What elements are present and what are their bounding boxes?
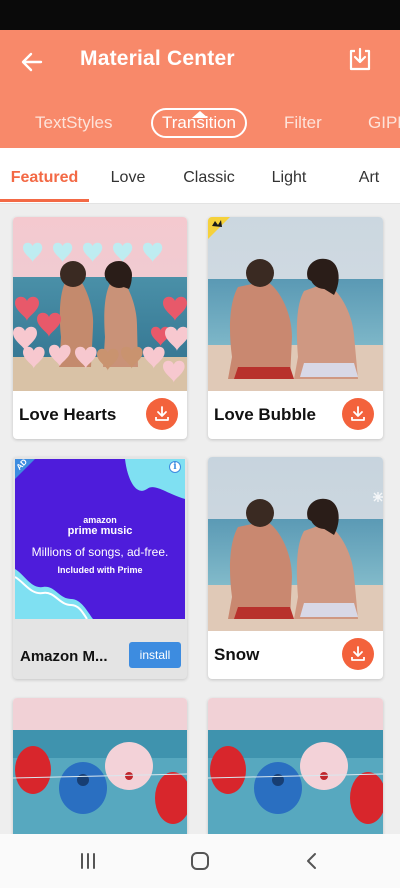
subtab-classic[interactable]: Classic [173, 148, 245, 204]
page-title: Material Center [80, 47, 235, 70]
ad-card[interactable]: amazon prime music Millions of songs, ad… [13, 457, 187, 679]
card-title: Snow [214, 645, 260, 664]
downloads-button[interactable] [344, 44, 376, 76]
download-icon [351, 646, 365, 661]
divider [0, 203, 400, 204]
subtab-love[interactable]: Love [96, 148, 160, 204]
download-button[interactable] [342, 638, 374, 670]
ad-copy: amazon prime music Millions of songs, ad… [15, 515, 185, 576]
thumbnail-love-hearts [13, 217, 187, 391]
subcategory-tabs: Featured Love Classic Light Art [0, 148, 400, 204]
ad-banner[interactable]: amazon prime music Millions of songs, ad… [15, 459, 185, 619]
subtab-featured[interactable]: Featured [0, 148, 89, 204]
chevron-left-icon [307, 853, 316, 869]
recent-apps-button[interactable] [68, 844, 108, 878]
ad-brand-line2: prime music [67, 525, 133, 537]
arrow-left-icon [21, 52, 43, 72]
material-card-balloons-1[interactable] [13, 698, 187, 848]
home-icon [191, 852, 209, 870]
tab-textstyles[interactable]: TextStyles [35, 108, 112, 138]
app-header: Material Center TextStyles Transition Fi… [0, 30, 400, 148]
home-button[interactable] [180, 844, 220, 878]
tab-giphy[interactable]: GIPH [368, 108, 400, 138]
thumbnail-snow [208, 457, 383, 631]
material-card-love-hearts[interactable]: Love Hearts [13, 217, 187, 439]
install-button[interactable]: install [129, 642, 181, 668]
thumbnail-balloons-2 [208, 698, 383, 848]
card-title: Love Bubble [214, 405, 317, 424]
download-icon [155, 406, 169, 421]
material-card-love-bubble[interactable]: Love Bubble [208, 217, 383, 439]
info-icon[interactable]: i [169, 461, 181, 473]
thumbnail-balloons-1 [13, 698, 187, 848]
subtab-art[interactable]: Art [346, 148, 392, 204]
material-card-balloons-2[interactable] [208, 698, 383, 848]
tab-filter[interactable]: Filter [284, 108, 322, 138]
ad-subline: Included with Prime [57, 565, 143, 575]
download-button[interactable] [146, 398, 178, 430]
download-button[interactable] [342, 398, 374, 430]
ad-title: Amazon M... [20, 648, 108, 665]
status-bar [0, 0, 400, 30]
card-title: Love Hearts [19, 405, 117, 424]
active-subtab-indicator [0, 199, 89, 202]
thumbnail-love-bubble [208, 217, 383, 391]
recent-apps-icon [81, 853, 95, 869]
ad-brand-line1: amazon [83, 515, 117, 525]
ad-headline: Millions of songs, ad-free. [31, 545, 169, 559]
system-navigation-bar [0, 834, 400, 888]
active-tab-pointer [192, 111, 208, 118]
download-tray-icon [349, 47, 371, 71]
download-icon [351, 406, 365, 421]
material-card-snow[interactable]: Snow [208, 457, 383, 679]
back-button[interactable] [16, 46, 48, 78]
system-back-button[interactable] [292, 844, 332, 878]
subtab-light[interactable]: Light [258, 148, 320, 204]
